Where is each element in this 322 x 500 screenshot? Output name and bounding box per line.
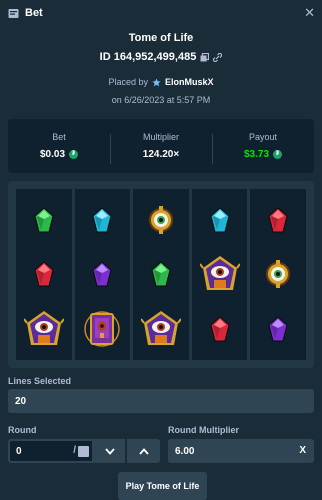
payout-label: Payout <box>248 132 278 142</box>
purple-eye-totem-icon <box>140 309 181 349</box>
slot-reel <box>191 189 248 360</box>
payout-cell: Payout $3.73 ₮ <box>212 132 314 164</box>
game-name: Tome of Life <box>128 32 194 44</box>
tome-book-icon <box>82 309 122 349</box>
green-gem-icon <box>141 254 181 294</box>
red-gem-icon <box>258 200 298 240</box>
round-multiplier-label: Round Multiplier <box>168 425 239 435</box>
purple-eye-totem-icon <box>23 309 64 349</box>
bet-ticket-icon <box>8 8 19 18</box>
slot-reel <box>16 189 72 360</box>
purple-gem-icon <box>258 309 298 349</box>
red-gem-icon <box>200 309 240 349</box>
round-multiplier-input[interactable]: 6.00 X <box>168 439 314 463</box>
tether-coin-icon: ₮ <box>69 150 79 159</box>
purple-gem-icon <box>82 254 122 294</box>
round-value: 0 <box>16 445 22 457</box>
red-gem-icon <box>24 254 64 294</box>
gold-eye-icon <box>258 254 298 294</box>
cyan-gem-icon <box>82 200 122 240</box>
round-down-button[interactable] <box>94 439 126 463</box>
chevron-up-icon <box>138 447 149 455</box>
slot-reel <box>250 189 306 360</box>
bet-amount-cell: Bet $0.03 ₮ <box>8 132 110 160</box>
slot-reel <box>133 189 189 360</box>
modal-header: Bet ✕ <box>0 0 322 26</box>
multiplier-cell: Multiplier 124.20× <box>110 132 212 164</box>
chevron-down-icon <box>104 447 115 455</box>
bet-id: ID 164,952,499,485 <box>99 51 197 63</box>
green-gem-icon <box>24 200 64 240</box>
calculator-icon[interactable] <box>78 446 89 457</box>
vip-star-icon <box>152 78 161 86</box>
round-control: 0 / <box>8 439 160 463</box>
close-icon[interactable]: ✕ <box>304 5 315 21</box>
round-slash: / <box>73 445 76 456</box>
placed-by-label: Placed by <box>108 77 148 87</box>
bet-label: Bet <box>52 132 66 142</box>
payout-value: $3.73 <box>243 149 270 160</box>
gold-eye-icon <box>141 200 181 240</box>
slot-reels <box>16 189 306 360</box>
multiplier-value: 124.20× <box>142 149 180 160</box>
bet-value: $0.03 <box>39 149 66 160</box>
slot-reel <box>74 189 131 360</box>
play-game-button[interactable]: Play Tome of Life <box>118 472 207 500</box>
round-input[interactable]: 0 / <box>8 439 94 463</box>
round-multiplier-value: 6.00 <box>175 445 195 457</box>
username-link[interactable]: ElonMuskX <box>165 77 214 87</box>
lines-selected-input[interactable]: 20 <box>8 389 314 413</box>
link-icon[interactable] <box>213 52 223 62</box>
copy-icon[interactable] <box>200 52 210 62</box>
cyan-gem-icon <box>200 200 240 240</box>
tether-coin-icon: ₮ <box>273 150 283 159</box>
purple-eye-totem-icon <box>199 254 240 294</box>
bet-date: on 6/26/2023 at 5:57 PM <box>111 95 211 105</box>
round-label: Round <box>8 425 37 435</box>
multiplier-label: Multiplier <box>142 132 179 142</box>
modal-title: Bet <box>25 7 43 19</box>
slot-board <box>8 181 314 368</box>
placed-by-row: Placed by ElonMuskX <box>0 77 322 87</box>
round-up-button[interactable] <box>127 439 160 463</box>
bet-summary: Bet $0.03 ₮ Multiplier 124.20× Payout $3… <box>8 119 314 173</box>
bet-id-row: ID 164,952,499,485 <box>0 51 322 63</box>
multiplier-suffix: X <box>299 445 306 456</box>
lines-selected-label: Lines Selected <box>8 376 72 386</box>
